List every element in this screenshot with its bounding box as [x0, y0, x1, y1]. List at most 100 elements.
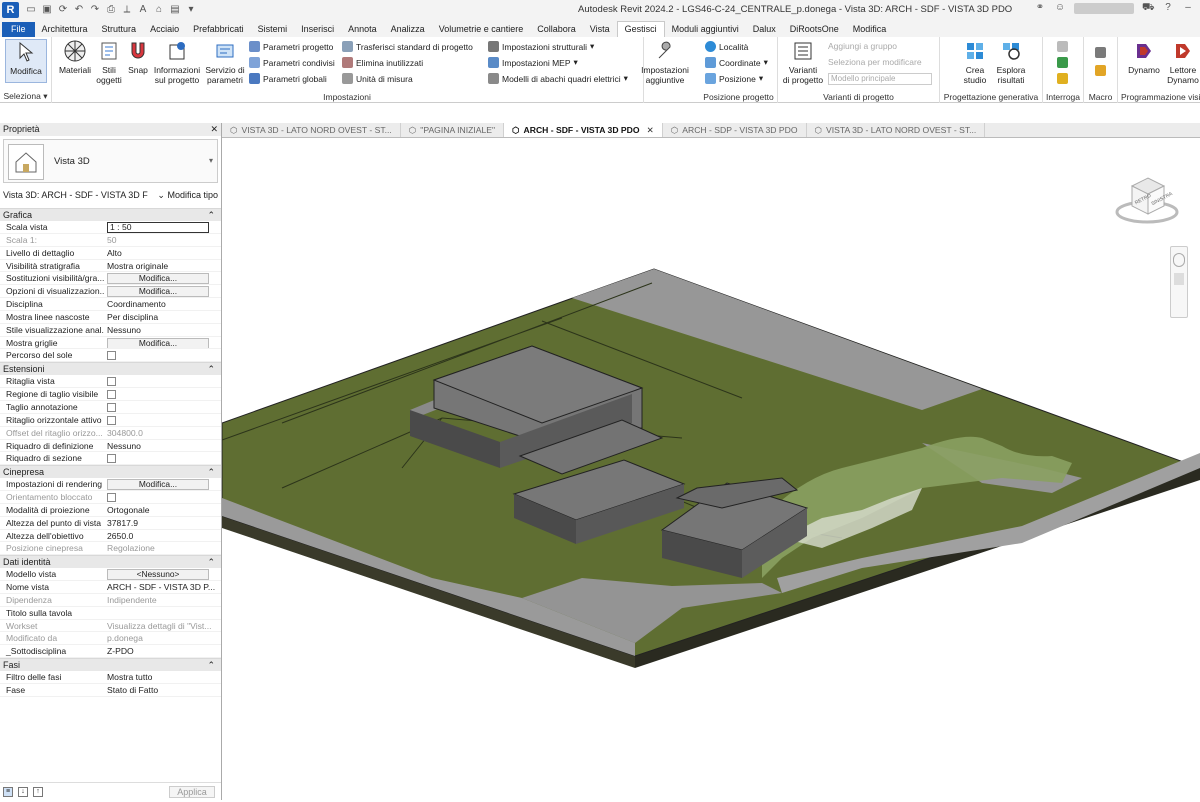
modello-principale-select[interactable]: Modello principale [828, 73, 932, 85]
collapse-icon[interactable]: ⌃ [207, 466, 215, 478]
informazioni-progetto-button[interactable]: Informazioni sul progetto [152, 39, 202, 85]
snap-button[interactable]: Snap [125, 39, 151, 75]
view-tab[interactable]: ⬡ VISTA 3D - LATO NORD OVEST - ST... [807, 123, 986, 137]
ribbon-tab-sistemi[interactable]: Sistemi [251, 22, 295, 37]
property-value[interactable]: Nessuno [104, 324, 221, 336]
property-value[interactable]: 37817.9 [104, 517, 221, 529]
ribbon-tab-volumetrie-e-cantiere[interactable]: Volumetrie e cantiere [432, 22, 531, 37]
property-value[interactable]: Coordinamento [104, 298, 221, 310]
minimize-icon[interactable]: – [1182, 2, 1194, 14]
posizione-button[interactable]: Posizione ▾ [705, 73, 763, 84]
unita-misura-button[interactable]: Unità di misura [342, 73, 413, 84]
binoculars-icon[interactable]: ⚭ [1034, 2, 1046, 14]
revit-logo[interactable]: R [2, 2, 19, 18]
impostazioni-mep-button[interactable]: Impostazioni MEP ▾ [488, 57, 578, 68]
property-group-header[interactable]: Cinepresa ⌃ [0, 465, 221, 479]
view-tab[interactable]: ⬡ VISTA 3D - LATO NORD OVEST - ST... [222, 123, 401, 137]
ribbon-tab-moduli-aggiuntivi[interactable]: Moduli aggiuntivi [665, 22, 746, 37]
property-group-header[interactable]: Dati identità ⌃ [0, 555, 221, 569]
3d-viewport[interactable]: RETRO SINISTRA [221, 138, 1200, 800]
full-navigation-wheel-icon[interactable] [1173, 253, 1185, 267]
view-tab[interactable]: ⬡ ARCH - SDP - VISTA 3D PDO [663, 123, 807, 137]
esplora-risultati-button[interactable]: Esplora risultati [993, 39, 1029, 85]
dynamo-button[interactable]: Dynamo [1126, 39, 1162, 75]
impostazioni-aggiuntive-button[interactable]: Impostazioni aggiuntive [638, 39, 692, 85]
property-value[interactable]: Z-PDO [104, 645, 221, 657]
redo-icon[interactable]: ↷ [89, 4, 101, 16]
collapse-icon[interactable]: ⌃ [207, 363, 215, 375]
property-value[interactable]: ARCH - SDF - VISTA 3D P... [104, 581, 221, 593]
property-checkbox[interactable] [107, 415, 116, 425]
type-dropdown-icon[interactable]: ▾ [209, 156, 213, 165]
categorized-icon[interactable]: ≡ [3, 786, 13, 797]
impostazioni-strutturali-button[interactable]: Impostazioni strutturali ▾ [488, 41, 594, 52]
dropdown-icon[interactable]: ▾ [185, 4, 197, 16]
property-value[interactable]: Nessuno [104, 440, 221, 452]
sort-za-icon[interactable]: ↑ [33, 786, 43, 797]
ribbon-tab-dalux[interactable]: Dalux [746, 22, 783, 37]
property-value[interactable]: Mostra originale [104, 260, 221, 272]
property-edit-button[interactable]: Modifica... [107, 286, 209, 298]
ribbon-tab-file[interactable]: File [2, 22, 35, 37]
viewcube[interactable]: RETRO SINISTRA [1112, 170, 1182, 230]
select-by-id-button[interactable] [1057, 41, 1068, 52]
property-edit-button[interactable]: Modifica... [107, 479, 209, 491]
crea-studio-button[interactable]: Crea studio [958, 39, 992, 85]
type-selector[interactable]: Vista 3D ▾ [3, 139, 218, 183]
warnings-button[interactable] [1057, 73, 1068, 84]
ribbon-tab-architettura[interactable]: Architettura [35, 22, 95, 37]
cart-icon[interactable]: ⛟ [1142, 2, 1155, 14]
close-icon[interactable]: ✕ [647, 125, 654, 136]
elimina-inutilizzati-button[interactable]: Elimina inutilizzati [342, 57, 423, 68]
parametri-progetto-button[interactable]: Parametri progetto [249, 41, 333, 52]
parametri-globali-button[interactable]: Parametri globali [249, 73, 327, 84]
property-checkbox[interactable] [107, 377, 116, 387]
ids-selection-button[interactable] [1057, 57, 1068, 68]
property-checkbox[interactable] [107, 351, 116, 361]
macro-manager-button[interactable] [1095, 47, 1106, 58]
servizio-parametri-button[interactable]: Servizio di parametri [203, 39, 247, 85]
ribbon-tab-analizza[interactable]: Analizza [384, 22, 432, 37]
macro-security-button[interactable] [1095, 65, 1106, 76]
ribbon-tab-struttura[interactable]: Struttura [95, 22, 144, 37]
view-tab[interactable]: ⬡ "PAGINA INIZIALE" [401, 123, 505, 137]
user-icon[interactable]: ☺ [1054, 2, 1066, 14]
ribbon-tab-dirootsone[interactable]: DiRootsOne [783, 22, 846, 37]
applica-button[interactable]: Applica [169, 786, 215, 798]
view-tab[interactable]: ⬡ ARCH - SDF - VISTA 3D PDO ✕ [504, 123, 663, 137]
ribbon-tab-vista[interactable]: Vista [583, 22, 617, 37]
materiali-button[interactable]: Materiali [57, 39, 93, 75]
home-icon[interactable]: ⌂ [153, 4, 165, 16]
ribbon-tab-acciaio[interactable]: Acciaio [143, 22, 186, 37]
help-icon[interactable]: ? [1162, 2, 1174, 14]
text-icon[interactable]: A [137, 4, 149, 16]
parametri-condivisi-button[interactable]: Parametri condivisi [249, 57, 335, 68]
aggiungi-gruppo-button[interactable]: Aggiungi a gruppo [828, 41, 897, 51]
save-icon[interactable]: ▣ [41, 4, 53, 16]
modifica-tipo-button[interactable]: ⌄ Modifica tipo [157, 190, 218, 204]
user-account[interactable] [1074, 2, 1134, 14]
sync-icon[interactable]: ⟳ [57, 4, 69, 16]
lettore-dynamo-button[interactable]: Lettore Dynamo [1166, 39, 1200, 85]
zoom-icon[interactable] [1174, 273, 1184, 285]
property-input[interactable]: 1 : 50 [107, 222, 209, 233]
trasferisci-standard-button[interactable]: Trasferisci standard di progetto [342, 41, 473, 52]
ribbon-tab-annota[interactable]: Annota [341, 22, 384, 37]
modelli-abachi-button[interactable]: Modelli di abachi quadri elettrici ▾ [488, 73, 628, 84]
instance-filter[interactable]: Vista 3D: ARCH - SDF - VISTA 3D F [3, 190, 148, 204]
property-value[interactable]: Stato di Fatto [104, 684, 221, 696]
ribbon-tab-modifica[interactable]: Modifica [846, 22, 894, 37]
collapse-icon[interactable]: ⌃ [207, 556, 215, 568]
modifica-button[interactable]: Modifica [5, 39, 47, 83]
sort-az-icon[interactable]: ↓ [18, 786, 28, 797]
collapse-icon[interactable]: ⌃ [207, 659, 215, 671]
property-value[interactable]: Ortogonale [104, 504, 221, 516]
switch-windows-icon[interactable]: ▤ [169, 4, 181, 16]
property-edit-button[interactable]: Modifica... [107, 337, 209, 349]
print-icon[interactable]: ⎙ [105, 4, 117, 16]
property-group-header[interactable]: Estensioni ⌃ [0, 362, 221, 376]
ribbon-tab-inserisci[interactable]: Inserisci [294, 22, 341, 37]
seleziona-modificare-button[interactable]: Seleziona per modificare [828, 57, 922, 67]
open-icon[interactable]: ▭ [25, 4, 37, 16]
property-group-header[interactable]: Fasi ⌃ [0, 658, 221, 672]
